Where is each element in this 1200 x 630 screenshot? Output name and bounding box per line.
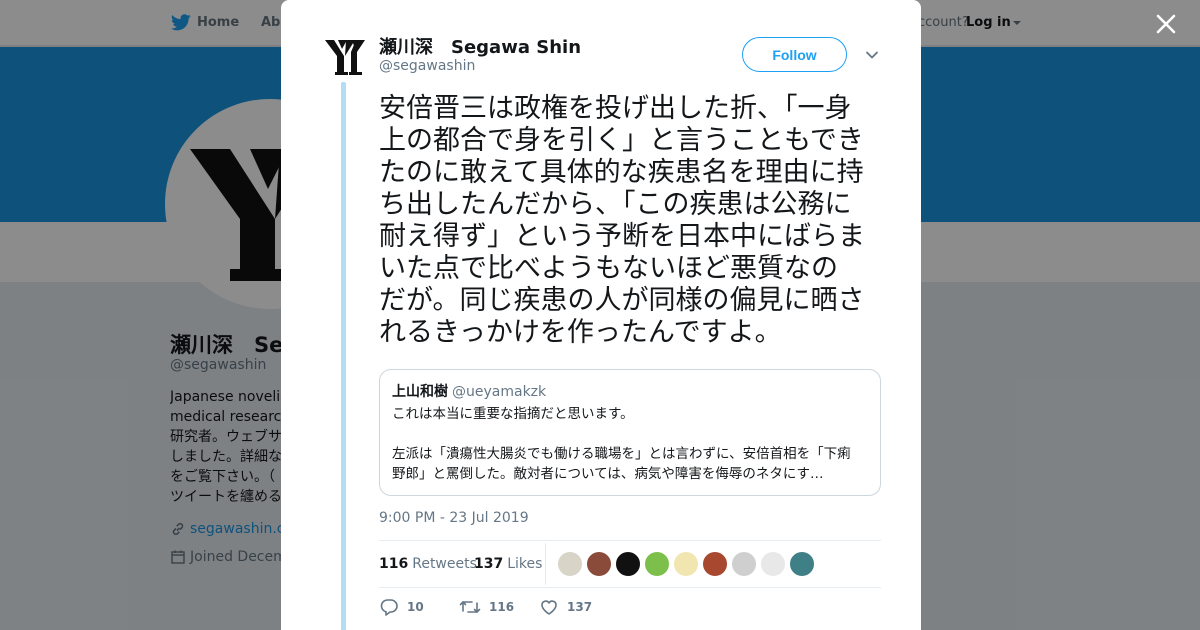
retweet-action-count: 116 (489, 600, 515, 614)
liker-avatar[interactable] (557, 551, 583, 577)
chevron-down-icon[interactable] (865, 47, 879, 61)
tweet-stats: 116 Retweets 137 Likes (379, 540, 881, 588)
liker-avatar[interactable] (615, 551, 641, 577)
quoted-tweet[interactable]: 上山和樹 @ueyamakzk これは本当に重要な指摘だと思います。 左派は「潰瘍… (379, 369, 881, 496)
tweet-author-handle[interactable]: @segawashin (379, 58, 475, 74)
liker-avatar[interactable] (789, 551, 815, 577)
tweet-modal: 瀬川深 Segawa Shin @segawashin Follow 安倍晋三は… (281, 0, 921, 630)
thread-line (341, 82, 346, 630)
reply-icon (380, 599, 398, 616)
follow-button[interactable]: Follow (742, 37, 847, 72)
like-button[interactable]: 137 (539, 598, 592, 620)
tweet-timestamp[interactable]: 9:00 PM - 23 Jul 2019 (379, 510, 529, 526)
tweet-text: 安倍晋三は政権を投げ出した折、「一身 上の都合で身を引く」と言うこともでき たの… (379, 93, 865, 348)
likes-label: Likes (507, 556, 543, 572)
liker-avatar[interactable] (702, 551, 728, 577)
likes-stat[interactable]: 137 Likes (474, 556, 542, 572)
like-action-count: 137 (567, 600, 593, 614)
liker-avatar[interactable] (586, 551, 612, 577)
retweets-stat[interactable]: 116 Retweets (379, 556, 477, 572)
quoted-tweet-header: 上山和樹 @ueyamakzk (392, 382, 868, 402)
tweet-actions: 10 116 137 (379, 598, 799, 622)
liker-avatar[interactable] (644, 551, 670, 577)
retweet-icon (459, 601, 481, 613)
heart-icon (541, 600, 557, 615)
tweet-author-avatar[interactable] (323, 34, 367, 78)
retweets-count: 116 (379, 556, 409, 572)
stat-divider (545, 543, 546, 585)
quoted-author-handle: @ueyamakzk (452, 384, 547, 400)
retweets-label: Retweets (412, 556, 477, 572)
liker-avatar[interactable] (760, 551, 786, 577)
reply-button[interactable]: 10 (379, 598, 424, 620)
retweet-button[interactable]: 116 (459, 598, 514, 620)
tweet-author-name[interactable]: 瀬川深 Segawa Shin (379, 33, 581, 59)
likes-count: 137 (474, 556, 504, 572)
liker-avatar[interactable] (731, 551, 757, 577)
close-icon[interactable] (1155, 13, 1177, 35)
yy-logo-icon (325, 40, 365, 75)
reply-count: 10 (407, 600, 424, 614)
quoted-author-name: 上山和樹 (392, 384, 448, 400)
quoted-tweet-text: これは本当に重要な指摘だと思います。 左派は「潰瘍性大腸炎でも働ける職場を」とは… (392, 406, 851, 482)
liker-avatar[interactable] (673, 551, 699, 577)
